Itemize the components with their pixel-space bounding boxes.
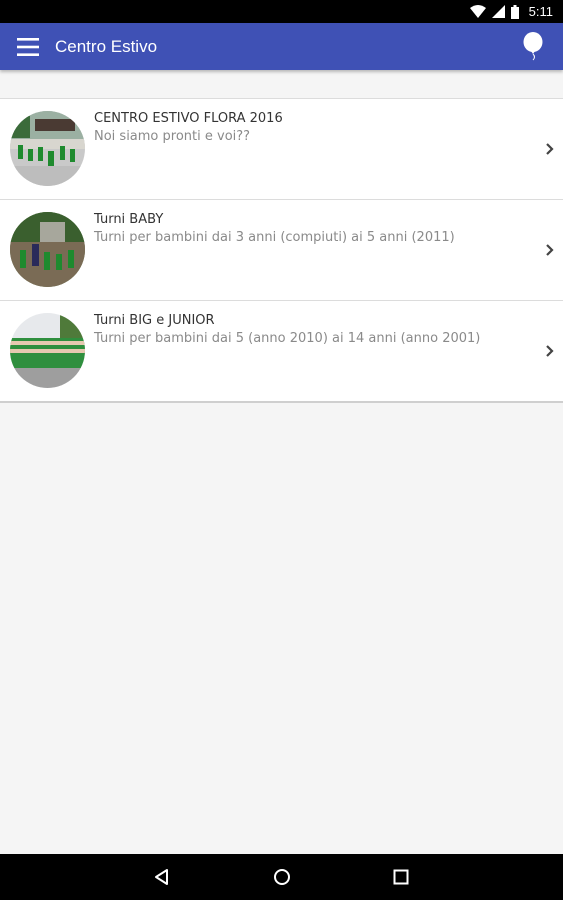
- chevron-right-icon: [546, 345, 554, 357]
- list-item[interactable]: Turni BIG e JUNIOR Turni per bambini dai…: [0, 301, 563, 403]
- wifi-icon: [469, 5, 486, 18]
- item-thumbnail: [10, 313, 85, 388]
- item-title: CENTRO ESTIVO FLORA 2016: [94, 111, 283, 126]
- item-subtitle: Turni per bambini dai 5 (anno 2010) ai 1…: [94, 331, 481, 346]
- balloon-icon: [523, 32, 543, 61]
- item-thumbnail: [10, 111, 85, 186]
- list-item[interactable]: Turni BABY Turni per bambini dai 3 anni …: [0, 200, 563, 301]
- app-title: Centro Estivo: [55, 37, 158, 56]
- hamburger-icon: [17, 38, 39, 56]
- item-title: Turni BIG e JUNIOR: [94, 313, 215, 328]
- menu-button[interactable]: [11, 31, 45, 63]
- status-bar: 5:11: [0, 0, 563, 23]
- home-icon[interactable]: [272, 867, 292, 887]
- navigation-bar: [0, 854, 563, 900]
- app-bar: Centro Estivo: [0, 23, 563, 70]
- status-time: 5:11: [528, 4, 553, 19]
- item-subtitle: Turni per bambini dai 3 anni (compiuti) …: [94, 230, 455, 245]
- recents-icon[interactable]: [391, 867, 411, 887]
- item-thumbnail: [10, 212, 85, 287]
- item-subtitle: Noi siamo pronti e voi??: [94, 129, 251, 144]
- battery-icon: [510, 4, 519, 19]
- status-icons: 5:11: [469, 3, 553, 20]
- list-item[interactable]: CENTRO ESTIVO FLORA 2016 Noi siamo pront…: [0, 99, 563, 200]
- item-title: Turni BABY: [94, 212, 164, 227]
- list: CENTRO ESTIVO FLORA 2016 Noi siamo pront…: [0, 98, 563, 403]
- back-icon[interactable]: [152, 867, 172, 887]
- chevron-right-icon: [546, 244, 554, 256]
- signal-icon: [491, 5, 505, 18]
- chevron-right-icon: [546, 143, 554, 155]
- balloon-button[interactable]: [519, 31, 547, 63]
